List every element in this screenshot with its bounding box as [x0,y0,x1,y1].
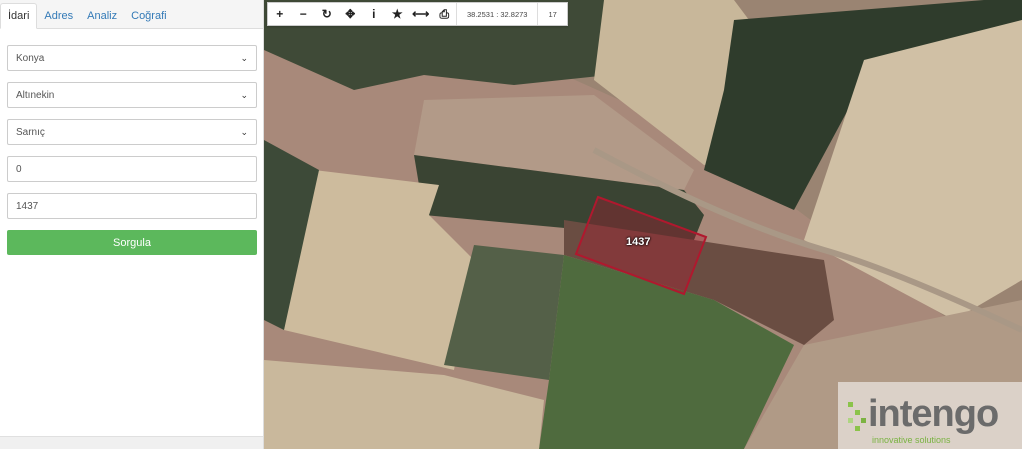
zoom-in-icon[interactable]: + [268,3,292,25]
query-form: Konya ⌄ Altınekin ⌄ Sarnıç ⌄ 0 1437 Sorg… [0,29,263,255]
chevron-down-icon: ⌄ [240,52,248,63]
chevron-down-icon: ⌄ [240,89,248,100]
satellite-map[interactable]: + − ↻ ✥ i ★ ⟷ ⎙ 38.2531 : 32.8273 17 143… [264,0,1022,449]
tab-idari[interactable]: İdari [0,3,38,29]
district-select-value: Altınekin [16,89,55,101]
refresh-icon[interactable]: ↻ [315,3,339,25]
measure-icon[interactable]: ⟷ [409,3,433,25]
print-icon[interactable]: ⎙ [433,3,457,25]
logo-tagline: innovative solutions [872,435,951,445]
tab-cografi[interactable]: Coğrafi [124,4,173,28]
district-select[interactable]: Altınekin ⌄ [7,82,257,108]
info-icon[interactable]: i [362,3,386,25]
tab-adres[interactable]: Adres [37,4,80,28]
logo-wordmark: intengo [868,393,999,435]
neighborhood-select-value: Sarnıç [16,126,45,138]
logo-mark-icon [848,402,866,431]
neighborhood-select[interactable]: Sarnıç ⌄ [7,119,257,145]
province-select-value: Konya [16,52,45,64]
province-select[interactable]: Konya ⌄ [7,45,257,71]
locate-icon[interactable]: ✥ [339,3,363,25]
query-button[interactable]: Sorgula [7,230,257,255]
star-icon[interactable]: ★ [386,3,410,25]
zoom-level: 17 [537,3,566,25]
query-sidebar: İdari Adres Analiz Coğrafi Konya ⌄ Altın… [0,0,264,449]
sidebar-tabs: İdari Adres Analiz Coğrafi [0,0,263,29]
intengo-logo: intengo innovative solutions [838,382,1022,449]
sidebar-footer [0,436,263,449]
chevron-down-icon: ⌄ [240,126,248,137]
coordinate-readout: 38.2531 : 32.8273 [456,3,537,25]
parcel-label: 1437 [626,236,651,248]
tab-analiz[interactable]: Analiz [80,4,124,28]
parcel-input-value: 1437 [16,200,39,212]
block-input-value: 0 [16,163,22,175]
block-input[interactable]: 0 [7,156,257,182]
zoom-out-icon[interactable]: − [292,3,316,25]
map-toolbar: + − ↻ ✥ i ★ ⟷ ⎙ 38.2531 : 32.8273 17 [267,2,568,26]
parcel-input[interactable]: 1437 [7,193,257,219]
